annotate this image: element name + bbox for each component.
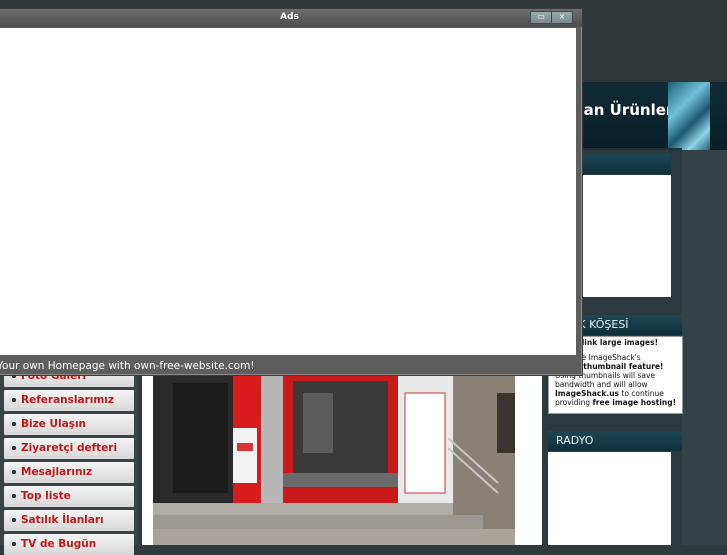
nav-label: TV de Bugün (21, 538, 97, 550)
nav-item-top-liste[interactable]: Top liste (4, 486, 134, 507)
ads-content-area[interactable] (0, 28, 576, 355)
nav-label: Bize Ulaşın (21, 418, 87, 430)
nav-label: Top liste (21, 490, 71, 502)
nav-label: Ziyaretçi defteri (21, 442, 118, 454)
bullet-icon (12, 517, 16, 522)
ads-window-titlebar[interactable]: Ads ▭ × (0, 9, 582, 27)
ads-window[interactable]: Ads ▭ × Your own Homepage with own-free-… (0, 8, 583, 376)
imageshack-link[interactable]: ImageShack.us (555, 389, 619, 398)
site-header-title: man Ürünleri (568, 101, 679, 119)
box-body-radyo (548, 452, 671, 545)
nav-item-bize-ulasin[interactable]: Bize Ulaşın (4, 414, 134, 435)
imageshack-line: to continue (619, 389, 664, 398)
box-header-radyo: RADYO (548, 431, 682, 451)
close-button[interactable]: × (551, 11, 573, 24)
imageshack-line: providing (555, 398, 593, 407)
right-rail (682, 150, 727, 545)
bullet-icon (12, 445, 16, 450)
imageshack-line: bandwidth and will allow (555, 380, 648, 389)
header-decoration (668, 82, 710, 150)
bullet-icon (12, 421, 16, 426)
storefront-photo (153, 373, 515, 545)
bullet-icon (12, 397, 16, 402)
ads-footer-link[interactable]: Your own Homepage with own-free-website.… (0, 357, 582, 375)
maximize-button[interactable]: ▭ (530, 11, 552, 24)
nav-label: Mesajlarınız (21, 466, 93, 478)
bullet-icon (12, 493, 16, 498)
nav-item-referanslarimiz[interactable]: Referanslarımız (4, 390, 134, 411)
imageshack-link[interactable]: free image hosting! (593, 398, 677, 407)
ads-window-title: Ads (280, 12, 299, 22)
nav-label: Referanslarımız (21, 394, 114, 406)
bullet-icon (12, 469, 16, 474)
nav-item-ziyaretci-defteri[interactable]: Ziyaretçi defteri (4, 438, 134, 459)
storefront-photo-drawing (153, 373, 515, 545)
ads-window-controls: ▭ × (530, 11, 573, 24)
nav-item-satilik-ilanlari[interactable]: Satılık İlanları (4, 510, 134, 531)
nav-label: Satılık İlanları (21, 514, 104, 526)
nav-item-mesajlariniz[interactable]: Mesajlarınız (4, 462, 134, 483)
